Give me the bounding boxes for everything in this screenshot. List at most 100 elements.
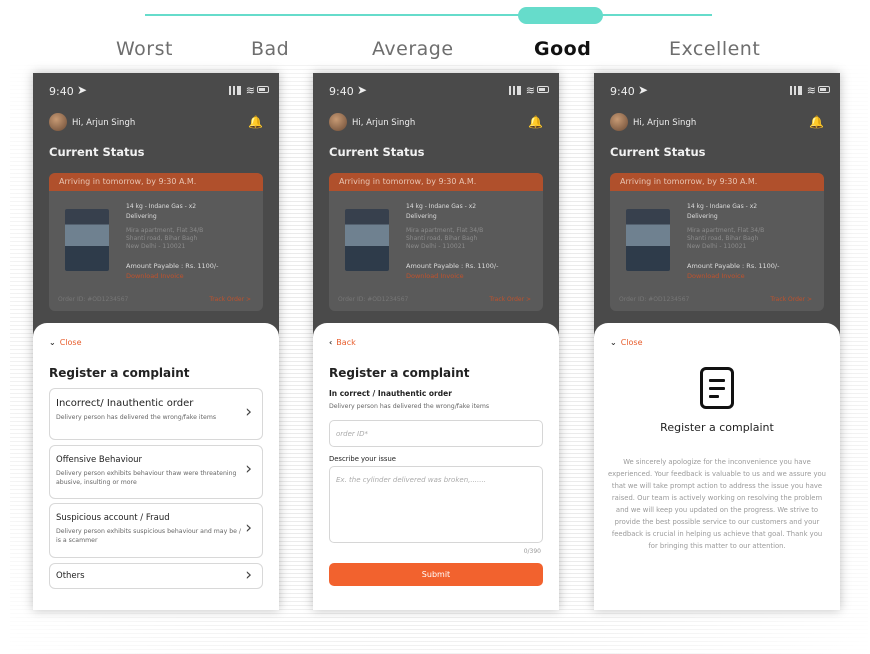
rating-scale-track [145,14,712,16]
delivery-person-photo [65,209,109,271]
status-bar: 9:40 ➤ ≋ [594,73,840,109]
arrival-banner: Arriving in tomorrow, by 9:30 A.M. [329,173,543,191]
close-button[interactable]: ⌄ Close [610,338,643,347]
scale-label-average[interactable]: Average [372,38,454,60]
order-id-input[interactable]: order ID* [329,420,543,447]
chevron-right-icon: › [245,459,252,479]
signal-icon [229,86,241,95]
bell-icon[interactable]: 🔔 [809,115,824,129]
scale-label-good[interactable]: Good [534,38,591,60]
delivery-status: Delivering [687,213,718,220]
complaint-form-sheet: ‹ Back Register a complaint In correct / … [313,323,559,610]
signal-icon [790,86,802,95]
track-order-link[interactable]: Track Order > [770,296,812,303]
bell-icon[interactable]: 🔔 [248,115,263,129]
rating-scale-handle[interactable] [518,7,603,24]
greeting-text: Hi, Arjun Singh [352,118,416,128]
scale-label-excellent[interactable]: Excellent [669,38,760,60]
scale-label-worst[interactable]: Worst [116,38,173,60]
confirmation-title: Register a complaint [660,421,774,434]
wifi-icon: ≋ [245,84,255,97]
address: Mira apartment, Flat 34/B Shanti road, B… [406,227,483,251]
document-icon [700,367,734,409]
delivery-person-photo [345,209,389,271]
option-offensive-behaviour[interactable]: Offensive Behaviour Delivery person exhi… [49,445,263,499]
chevron-down-icon: ⌄ [49,338,56,347]
describe-issue-textarea[interactable]: Ex. the cylinder delivered was broken,..… [329,466,543,543]
arrival-banner: Arriving in tomorrow, by 9:30 A.M. [610,173,824,191]
bell-icon[interactable]: 🔔 [528,115,543,129]
battery-icon [537,86,549,93]
close-button[interactable]: ⌄ Close [49,338,82,347]
wifi-icon: ≋ [525,84,535,97]
status-time: 9:40 [49,85,74,98]
address: Mira apartment, Flat 34/B Shanti road, B… [687,227,764,251]
option-title: Others [56,571,85,581]
location-arrow-icon: ➤ [77,83,88,97]
confirmation-sheet: ⌄ Close Register a complaint We sincerely… [594,323,840,610]
option-desc: Delivery person exhibits suspicious beha… [56,528,242,544]
option-suspicious-account[interactable]: Suspicious account / Fraud Delivery pers… [49,503,263,558]
delivery-status: Delivering [406,213,437,220]
avatar[interactable] [49,113,67,131]
confirmation-message: We sincerely apologize for the inconveni… [608,458,826,550]
sheet-title: Register a complaint [329,366,470,380]
sheet-title: Register a complaint [49,366,190,380]
address-line: New Delhi - 110021 [687,243,747,250]
track-order-link[interactable]: Track Order > [489,296,531,303]
address-line: Shanti road, Bihar Bagh [126,235,198,242]
avatar[interactable] [610,113,628,131]
arrival-banner: Arriving in tomorrow, by 9:30 A.M. [49,173,263,191]
category-desc: Delivery person has delivered the wrong/… [329,403,490,410]
signal-icon [509,86,521,95]
close-label: Close [620,338,643,347]
option-others[interactable]: Others › [49,563,263,589]
address-line: New Delhi - 110021 [126,243,186,250]
address-line: Shanti road, Bihar Bagh [406,235,478,242]
product-name: 14 kg - Indane Gas - x2 [126,203,197,210]
chevron-right-icon: › [245,565,252,585]
address-line: Mira apartment, Flat 34/B [406,227,484,234]
chevron-right-icon: › [245,402,252,422]
chevron-left-icon: ‹ [329,338,333,347]
describe-label: Describe your issue [329,455,396,463]
option-desc: Delivery person exhibits behaviour thaw … [56,470,237,486]
battery-icon [818,86,830,93]
back-label: Back [336,338,356,347]
scale-label-bad[interactable]: Bad [251,38,289,60]
chevron-down-icon: ⌄ [610,338,617,347]
avatar[interactable] [329,113,347,131]
product-info: 14 kg - Indane Gas - x2 Delivering [406,202,476,222]
chevron-right-icon: › [245,518,252,538]
delivery-status: Delivering [126,213,157,220]
option-title: Suspicious account / Fraud [56,513,170,523]
address-line: Mira apartment, Flat 34/B [126,227,204,234]
submit-button[interactable]: Submit [329,563,543,586]
track-order-link[interactable]: Track Order > [209,296,251,303]
option-incorrect-order[interactable]: Incorrect/ Inauthentic order Delivery pe… [49,388,263,440]
order-id: Order ID: #OD1234567 [619,296,690,303]
back-button[interactable]: ‹ Back [329,338,356,347]
complaint-sheet: ⌄ Close Register a complaint Incorrect/ I… [33,323,279,610]
current-status-heading: Current Status [610,145,706,159]
download-invoice-link[interactable]: Download Invoice [126,272,184,280]
phone-screen-confirmation: 9:40 ➤ ≋ Hi, Arjun Singh 🔔 Current Statu… [594,73,840,610]
order-card: Arriving in tomorrow, by 9:30 A.M. 14 kg… [49,173,263,311]
character-counter: 0/390 [523,548,541,555]
greeting-text: Hi, Arjun Singh [633,118,697,128]
download-invoice-link[interactable]: Download Invoice [687,272,745,280]
current-status-heading: Current Status [329,145,425,159]
download-invoice-link[interactable]: Download Invoice [406,272,464,280]
order-id: Order ID: #OD1234567 [58,296,129,303]
address: Mira apartment, Flat 34/B Shanti road, B… [126,227,203,251]
product-name: 14 kg - Indane Gas - x2 [406,203,477,210]
option-desc: Delivery person has delivered the wrong/… [56,414,217,421]
product-info: 14 kg - Indane Gas - x2 Delivering [126,202,196,222]
location-arrow-icon: ➤ [357,83,368,97]
order-card: Arriving in tomorrow, by 9:30 A.M. 14 kg… [610,173,824,311]
option-title: Incorrect/ Inauthentic order [56,398,194,409]
current-status-heading: Current Status [49,145,145,159]
amount-payable: Amount Payable : Rs. 1100/- [126,262,219,270]
delivery-person-photo [626,209,670,271]
product-name: 14 kg - Indane Gas - x2 [687,203,758,210]
